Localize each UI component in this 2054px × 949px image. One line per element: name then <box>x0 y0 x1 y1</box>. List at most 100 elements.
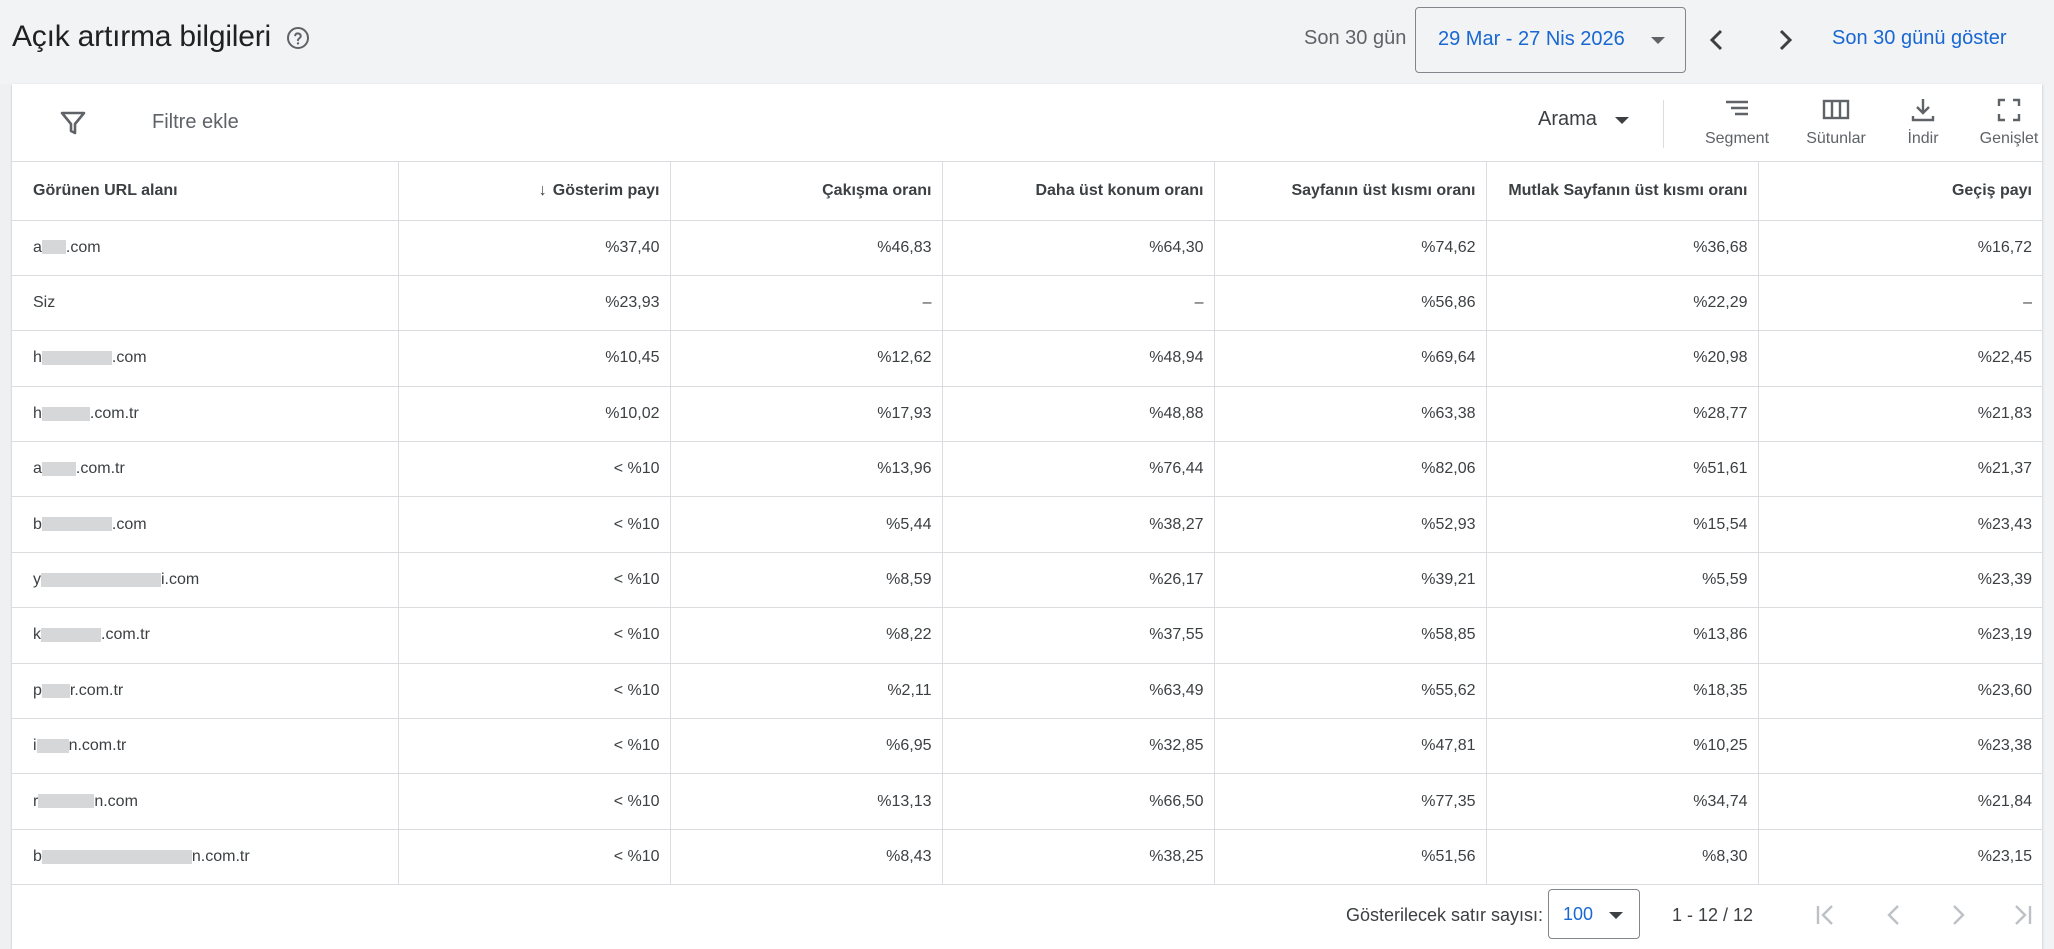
metric-cell: %36,68 <box>1486 220 1759 276</box>
next-period-button[interactable] <box>1766 22 1802 58</box>
table-row[interactable]: r n.com < %10 %13,13 %66,50 %77,35 %34,74 %21,8… <box>12 773 2042 830</box>
metric-cell: %22,29 <box>1486 275 1759 332</box>
domain-prefix: p <box>33 681 42 699</box>
segment-button[interactable]: Segment <box>1692 92 1782 158</box>
download-button[interactable]: İndir <box>1878 92 1968 158</box>
page-scrollbar[interactable] <box>2045 48 2054 949</box>
previous-page-button[interactable] <box>1878 899 1910 931</box>
next-page-button[interactable] <box>1942 899 1974 931</box>
table-row[interactable]: a .com %37,40 %46,83 %64,30 %74,62 %36,68 %16,7… <box>12 220 2042 276</box>
segment-label: Segment <box>1704 130 1770 147</box>
table-row[interactable]: y i.com < %10 %8,59 %26,17 %39,21 %5,59 %23,39 <box>12 552 2042 609</box>
auction-insights-table: Görünen URL alanı ↓ Gösterim payı Çakışma… <box>12 162 2042 886</box>
redacted-text <box>36 738 69 753</box>
filter-icon[interactable] <box>58 108 88 138</box>
domain-prefix: k <box>33 626 41 644</box>
help-icon[interactable] <box>286 26 310 50</box>
expand-button[interactable]: Genişlet <box>1964 92 2054 158</box>
metric-cell: %5,44 <box>670 496 943 553</box>
column-header-label: Sayfanın üst kısmı oranı <box>1291 181 1476 199</box>
column-header-domain[interactable]: Görünen URL alanı <box>12 162 399 221</box>
table-row[interactable]: Siz %23,93– – %56,86 %22,29– <box>12 275 2042 332</box>
domain-prefix: h <box>33 404 42 422</box>
domain-suffix: .com.tr <box>75 460 125 478</box>
column-header-top-of-page-rate[interactable]: Sayfanın üst kısmı oranı <box>1214 162 1487 221</box>
metric-cell: %51,61 <box>1486 441 1759 498</box>
metric-cell: %46,83 <box>670 220 943 276</box>
metric-cell: %64,30 <box>942 220 1215 276</box>
table-row[interactable]: p r.com.tr < %10 %2,11 %63,49 %55,62 %18,35 %23… <box>12 663 2042 720</box>
column-header-abs-top-of-page-rate[interactable]: Mutlak Sayfanın üst kısmı oranı <box>1486 162 1759 221</box>
network-select[interactable]: Arama <box>1538 108 1630 138</box>
redacted-text <box>41 849 192 864</box>
table-row[interactable]: a .com.tr < %10 %13,96 %76,44 %82,06 %51,61 %21… <box>12 441 2042 498</box>
previous-period-button[interactable] <box>1700 22 1736 58</box>
domain-suffix: r.com.tr <box>69 681 124 699</box>
table-header-row: Görünen URL alanı ↓ Gösterim payı Çakışma… <box>12 162 2042 221</box>
metric-cell: < %10 <box>398 718 671 775</box>
show-last-30-days-link[interactable]: Son 30 günü göster <box>1832 27 2007 50</box>
table-row[interactable]: b n.com.tr < %10 %8,43 %38,25 %51,56 %8,30 %23,… <box>12 829 2042 886</box>
domain-cell: b n.com.tr <box>12 829 399 886</box>
column-header-outranking-share[interactable]: Geçiş payı <box>1758 162 2042 221</box>
metric-cell: %55,62 <box>1214 663 1487 720</box>
last-page-button[interactable] <box>2006 899 2038 931</box>
metric-cell: %23,38 <box>1758 718 2042 775</box>
redacted-text <box>41 462 76 477</box>
domain-cell: b .com <box>12 496 399 553</box>
domain-suffix: i.com <box>161 571 200 589</box>
columns-icon <box>1822 99 1850 120</box>
domain-suffix: .com.tr <box>101 626 150 644</box>
metric-cell: %23,19 <box>1758 607 2042 664</box>
metric-cell: %47,81 <box>1214 718 1487 775</box>
rows-per-page-select[interactable]: 100 <box>1548 889 1640 939</box>
domain-suffix: .com <box>65 238 101 256</box>
expand-label: Genişlet <box>1979 130 2039 147</box>
domain-cell: Siz <box>12 275 399 332</box>
first-page-button[interactable] <box>1810 899 1842 931</box>
metric-cell: %18,35 <box>1486 663 1759 720</box>
redacted-text <box>41 240 66 255</box>
metric-cell: %10,02 <box>398 386 671 443</box>
metric-cell: < %10 <box>398 829 671 886</box>
add-filter-button[interactable]: Filtre ekle <box>152 111 239 134</box>
table-row[interactable]: b .com < %10 %5,44 %38,27 %52,93 %15,54 %23,43 <box>12 496 2042 553</box>
domain-suffix: .com.tr <box>89 404 139 422</box>
metric-cell: %23,43 <box>1758 496 2042 553</box>
domain-prefix: Siz <box>33 294 56 312</box>
column-header-label: Mutlak Sayfanın üst kısmı oranı <box>1508 181 1748 199</box>
columns-button[interactable]: Sütunlar <box>1791 92 1881 158</box>
metric-cell: %8,59 <box>670 552 943 609</box>
metric-cell: %77,35 <box>1214 773 1487 830</box>
metric-cell: %15,54 <box>1486 496 1759 553</box>
period-label: Son 30 gün <box>1304 27 1407 49</box>
page-title: Açık artırma bilgileri <box>12 20 271 53</box>
domain-suffix: .com <box>111 515 147 533</box>
column-header-overlap-rate[interactable]: Çakışma oranı <box>670 162 943 221</box>
table-row[interactable]: h .com.tr %10,02 %17,93 %48,88 %63,38 %28,77 %2… <box>12 386 2042 443</box>
table-row[interactable]: k .com.tr < %10 %8,22 %37,55 %58,85 %13,86 %23,… <box>12 607 2042 664</box>
metric-cell: < %10 <box>398 552 671 609</box>
metric-cell: %21,84 <box>1758 773 2042 830</box>
table-row[interactable]: i n.com.tr < %10 %6,95 %32,85 %47,81 %10,25 %23… <box>12 718 2042 775</box>
domain-cell: k .com.tr <box>12 607 399 664</box>
column-header-impression-share[interactable]: ↓ Gösterim payı <box>398 162 671 221</box>
metric-cell: %82,06 <box>1214 441 1487 498</box>
chevron-down-icon <box>1615 117 1630 125</box>
redacted-text <box>41 351 112 366</box>
domain-prefix: a <box>33 238 42 256</box>
domain-prefix: b <box>33 515 42 533</box>
domain-cell: a .com <box>12 220 399 276</box>
column-header-label: Çakışma oranı <box>822 181 932 199</box>
metric-cell: %10,45 <box>398 330 671 387</box>
page-header: Açık artırma bilgileri Son 30 gün 29 Mar… <box>0 0 2054 84</box>
column-header-label: Geçiş payı <box>1951 181 2032 199</box>
table-row[interactable]: h .com %10,45 %12,62 %48,94 %69,64 %20,98 %22,4… <box>12 330 2042 387</box>
page-range: 1 - 12 / 12 <box>1672 905 1754 925</box>
column-header-position-above-rate[interactable]: Daha üst konum oranı <box>942 162 1215 221</box>
chevron-down-icon <box>1651 37 1665 44</box>
metric-cell: %22,45 <box>1758 330 2042 387</box>
table-toolbar: Filtre ekle Arama Segment Sütunlar İndir <box>12 84 2042 162</box>
domain-cell: p r.com.tr <box>12 663 399 720</box>
date-range-dropdown[interactable]: 29 Mar - 27 Nis 2026 <box>1415 7 1686 73</box>
